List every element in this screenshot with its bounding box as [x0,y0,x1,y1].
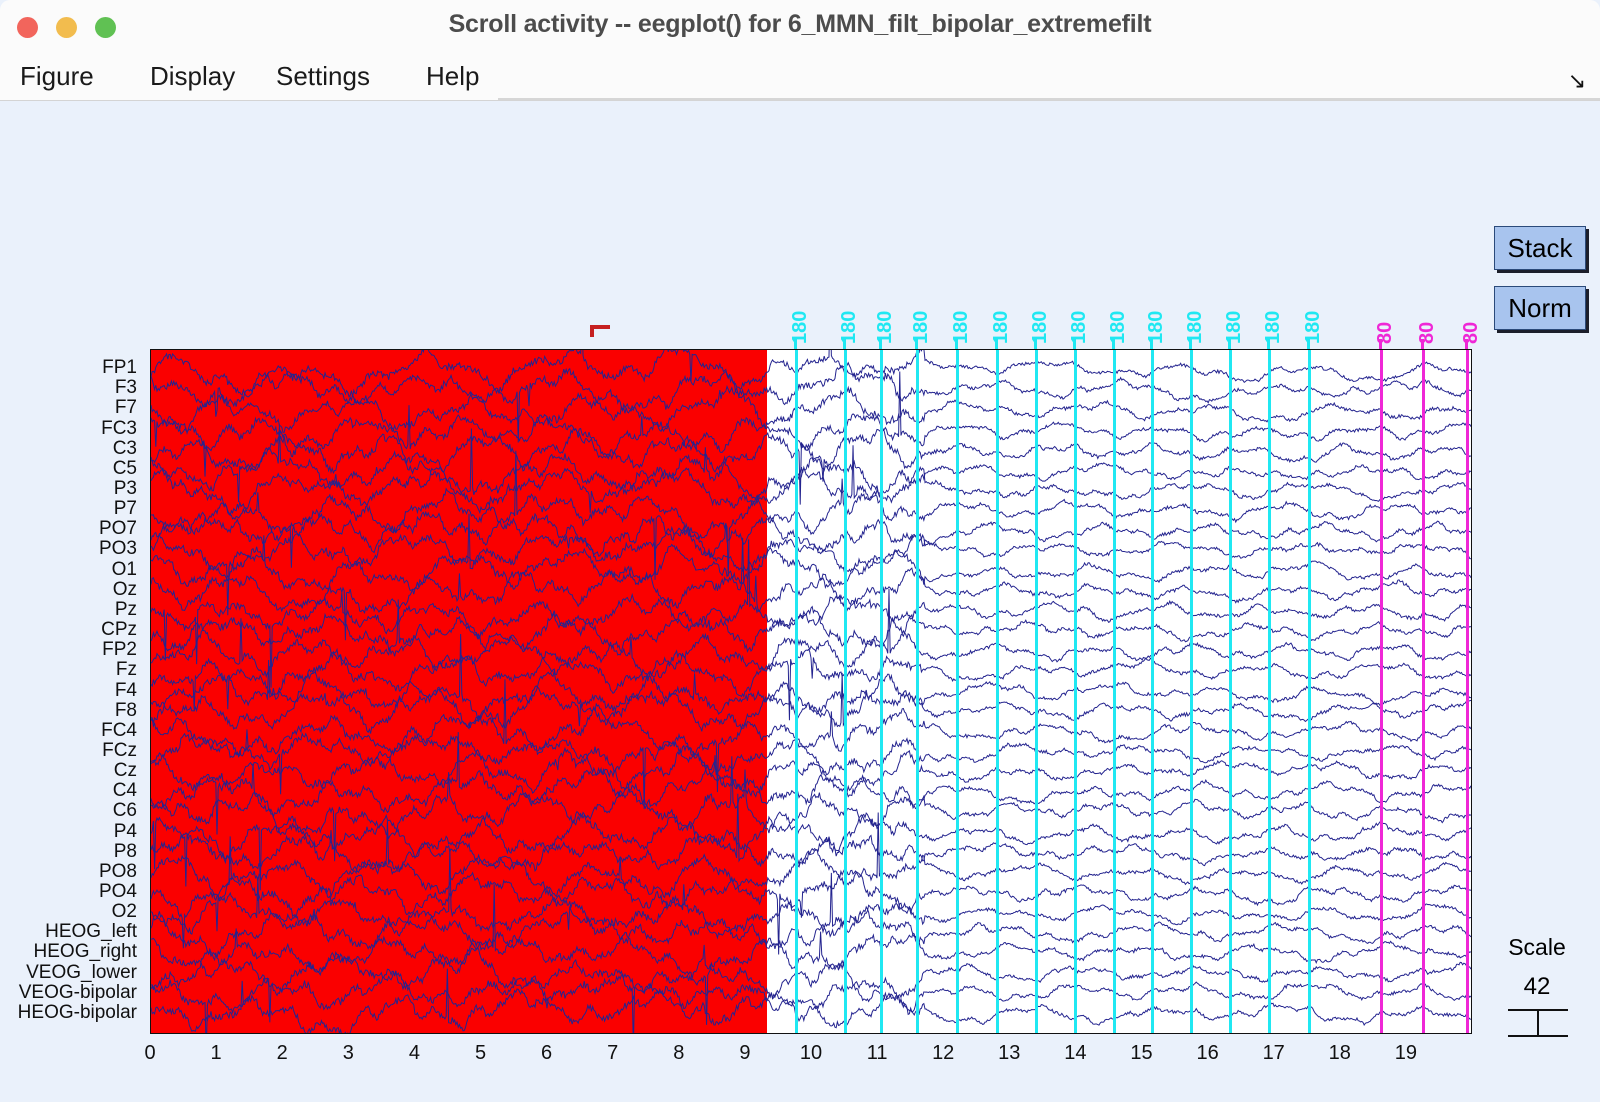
event-marker-line [795,350,799,1033]
figure-canvas: Stack Norm Scale 42 FP1 F3 F7 FC3 C3 C5 P3 P7 PO… [0,101,1600,1102]
eeg-plot-area[interactable] [150,349,1472,1034]
x-axis-tick-label: 9 [739,1042,751,1064]
event-marker-line [1073,350,1077,1033]
channel-label: PO4 [98,880,137,902]
x-axis-tick-label: 16 [1196,1042,1219,1064]
channel-label: HEOG-bipolar [17,1001,137,1023]
channel-label: VEOG-bipolar [18,981,137,1003]
x-axis-tick-label: 19 [1394,1042,1418,1064]
x-axis-tick-label: 13 [998,1042,1021,1064]
scale-value: 42 [1523,973,1551,1000]
event-marker-line [956,350,960,1033]
expand-arrow-icon[interactable]: ↘ [1564,68,1590,94]
channel-label: Cz [113,760,137,782]
event-marker-line [1380,350,1384,1033]
x-axis-tick-label: 18 [1328,1042,1351,1064]
channel-label: FP1 [102,357,137,379]
event-marker-line [1422,350,1426,1033]
x-axis-tick-label: 5 [474,1042,487,1064]
channel-label: C3 [112,437,137,459]
x-axis-tick-label: 15 [1130,1042,1153,1064]
event-marker-line [1268,350,1272,1033]
menu-item-display[interactable]: Display [144,61,241,92]
channel-label-column: FP1 F3 F7 FC3 C3 C5 P3 P7 PO7 PO3 O1 Oz Pz CPz FP2 Fz F4… [0,349,145,1024]
scale-indicator-bar [1508,1009,1568,1037]
x-axis-tick-label: 1 [210,1042,222,1064]
channel-label: F7 [114,397,137,419]
event-type-labels: 180 180 180 180 180 180 180 180 180 180 180 180 180 1… [150,286,1482,344]
x-axis-tick-label: 14 [1064,1042,1087,1064]
eeg-traces [151,350,1471,1033]
menu-item-help[interactable]: Help [420,61,485,92]
event-marker-line [1190,350,1194,1033]
x-axis-tick-label: 8 [673,1042,685,1064]
menu-bar-divider [498,98,1600,100]
channel-label: C4 [112,780,137,802]
menu-item-settings[interactable]: Settings [270,61,376,92]
channel-label: FC3 [101,417,137,439]
channel-label: P8 [113,840,137,862]
x-axis-ticks: 0 1 2 3 4 5 6 7 8 9 10 11 12 13 14 15 16 17 18 19 [144,1034,1472,1074]
norm-button[interactable]: Norm [1494,286,1586,330]
channel-label: PO8 [98,860,137,882]
x-axis-tick-label: 17 [1262,1042,1285,1064]
channel-label: Oz [112,578,137,600]
window-title: Scroll activity -- eegplot() for 6_MMN_f… [448,10,1152,38]
event-marker-line [916,350,920,1033]
event-marker-line [1151,350,1155,1033]
channel-label: Pz [114,598,137,620]
channel-label: FC4 [101,719,137,741]
event-marker-line [1112,350,1116,1033]
event-marker-line [1466,350,1470,1033]
event-marker-line [1229,350,1233,1033]
x-axis-tick-label: 7 [607,1042,619,1064]
x-axis-tick-label: 0 [144,1042,156,1064]
title-bar: Scroll activity -- eegplot() for 6_MMN_f… [0,0,1600,55]
x-axis-tick-label: 12 [932,1042,955,1064]
channel-label: O2 [111,901,137,923]
channel-label: C5 [112,457,137,479]
x-axis-tick-label: 11 [866,1042,888,1064]
x-axis-tick-label: 10 [799,1042,823,1064]
channel-label: P3 [113,478,137,500]
event-marker-line [843,350,847,1033]
scale-label: Scale [1508,934,1566,960]
channel-label: C6 [112,800,137,822]
event-marker-line [995,350,999,1033]
event-marker-line [880,350,884,1033]
stack-button[interactable]: Stack [1494,226,1586,270]
event-marker-line [1307,350,1311,1033]
channel-label: FP2 [102,639,137,661]
x-axis-tick-label: 2 [276,1042,288,1064]
event-marker-line [1034,350,1038,1033]
channel-label: F4 [114,679,137,701]
selection-marker-icon [590,325,611,337]
x-axis-tick-label: 3 [342,1042,354,1064]
channel-label: F3 [114,377,137,399]
channel-label: O1 [111,558,137,580]
x-axis-tick-label: 4 [408,1042,420,1064]
channel-label: HEOG_left [45,921,137,943]
eegplot-window: Scroll activity -- eegplot() for 6_MMN_f… [0,0,1600,1102]
channel-label: FCz [102,739,137,761]
channel-label: VEOG_lower [26,961,137,983]
channel-label: PO3 [98,538,137,560]
channel-label: Fz [115,659,137,681]
channel-label: CPz [101,619,137,641]
channel-label: HEOG_right [33,941,137,963]
channel-label: PO7 [98,518,137,540]
menu-bar: Figure Display Settings Help ↘ [0,55,1600,101]
x-axis-tick-label: 6 [541,1042,553,1064]
menu-item-figure[interactable]: Figure [14,61,100,92]
channel-label: F8 [114,699,137,721]
channel-label: P4 [113,820,137,842]
channel-label: P7 [113,498,137,520]
